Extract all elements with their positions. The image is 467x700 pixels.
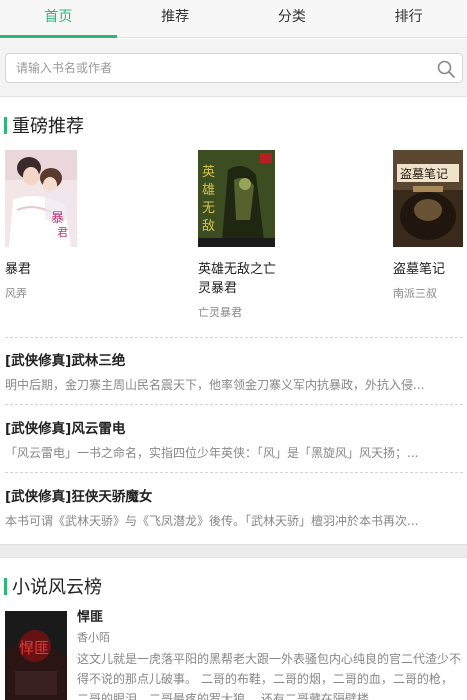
book-cover[interactable]: 盗墓笔记 [393, 150, 463, 247]
section-accent-bar [4, 116, 7, 134]
book-cover[interactable]: 英 雄 无 敌 [198, 150, 275, 247]
search-input[interactable] [16, 54, 426, 82]
featured-section-title: 重磅推荐 [12, 116, 84, 137]
book-author: 亡灵暴君 [198, 306, 242, 319]
tab-category[interactable]: 分类 [234, 0, 351, 37]
top-tab-bar: 首页 推荐 分类 排行 [0, 0, 467, 38]
list-item-title[interactable]: [武侠修真]风云雷电 [5, 420, 463, 438]
svg-text:敌: 敌 [202, 219, 215, 234]
rank-item-title[interactable]: 悍匪 [77, 609, 463, 627]
divider [5, 337, 463, 338]
tab-home[interactable]: 首页 [0, 0, 117, 38]
svg-text:英: 英 [202, 165, 215, 180]
svg-text:暴: 暴 [51, 211, 64, 226]
book-title[interactable]: 英雄无敌之亡灵暴君 [198, 260, 288, 298]
featured-book-card[interactable]: 英 雄 无 敌 英雄无敌之亡灵暴君 亡灵暴君 [198, 150, 288, 320]
list-item[interactable]: [武侠修真]狂侠天骄魔女 本书可谓《武林天骄》与《飞凤潜龙》後传。「武林天骄」檀… [5, 488, 463, 530]
ranking-section-title: 小说风云榜 [12, 577, 102, 598]
svg-text:悍匪: 悍匪 [19, 639, 49, 657]
divider [5, 472, 463, 473]
list-item-title[interactable]: [武侠修真]武林三绝 [5, 352, 463, 370]
svg-text:无: 无 [202, 201, 215, 216]
book-cover[interactable]: 暴 君 [5, 150, 77, 247]
list-item-title[interactable]: [武侠修真]狂侠天骄魔女 [5, 488, 463, 506]
book-title[interactable]: 暴君 [5, 260, 95, 279]
featured-book-card[interactable]: 盗墓笔记 盗墓笔记 南派三叔 [393, 150, 467, 301]
rank-item-author: 香小陌 [77, 631, 110, 644]
list-item-desc: 明中后期，金刀寨主周山民名震天下，他率领金刀寨义军内抗暴政，外抗入侵... [5, 378, 425, 392]
svg-text:雄: 雄 [202, 183, 215, 198]
divider [5, 404, 463, 405]
search-icon[interactable] [436, 59, 456, 79]
search-area [0, 39, 467, 97]
section-accent-bar [4, 577, 7, 595]
rank-item[interactable]: 悍匪 香小陌 这文儿就是一虎落平阳的黑帮老大跟一外表骚包内心纯良的官二代渣少不得… [77, 609, 463, 700]
svg-text:君: 君 [57, 226, 68, 239]
search-box [5, 53, 463, 83]
tab-recommend[interactable]: 推荐 [117, 0, 234, 37]
rank-item-desc: 这文儿就是一虎落平阳的黑帮老大跟一外表骚包内心纯良的官二代渣少不得不说的那点儿破… [77, 652, 462, 700]
rank-book-cover[interactable]: 悍匪 [5, 611, 67, 700]
list-item-desc: 「风云雷电」一书之命名，实指四位少年英侠：「风」是「黑旋风」风天扬；... [5, 446, 419, 460]
featured-section-header: 重磅推荐 [0, 110, 84, 140]
tab-ranking[interactable]: 排行 [350, 0, 467, 37]
list-item-desc: 本书可谓《武林天骄》与《飞凤潜龙》後传。「武林天骄」檀羽冲於本书再次... [5, 514, 419, 528]
featured-book-card[interactable]: 暴 君 暴君 风弄 [5, 150, 95, 301]
section-separator [0, 544, 467, 558]
list-item[interactable]: [武侠修真]风云雷电 「风云雷电」一书之命名，实指四位少年英侠：「风」是「黑旋风… [5, 420, 463, 462]
book-author: 南派三叔 [393, 287, 437, 300]
book-author: 风弄 [5, 287, 27, 300]
list-item[interactable]: [武侠修真]武林三绝 明中后期，金刀寨主周山民名震天下，他率领金刀寨义军内抗暴政… [5, 352, 463, 394]
ranking-section-header: 小说风云榜 [0, 571, 102, 601]
svg-text:盗墓笔记: 盗墓笔记 [400, 166, 448, 181]
book-title[interactable]: 盗墓笔记 [393, 260, 467, 279]
